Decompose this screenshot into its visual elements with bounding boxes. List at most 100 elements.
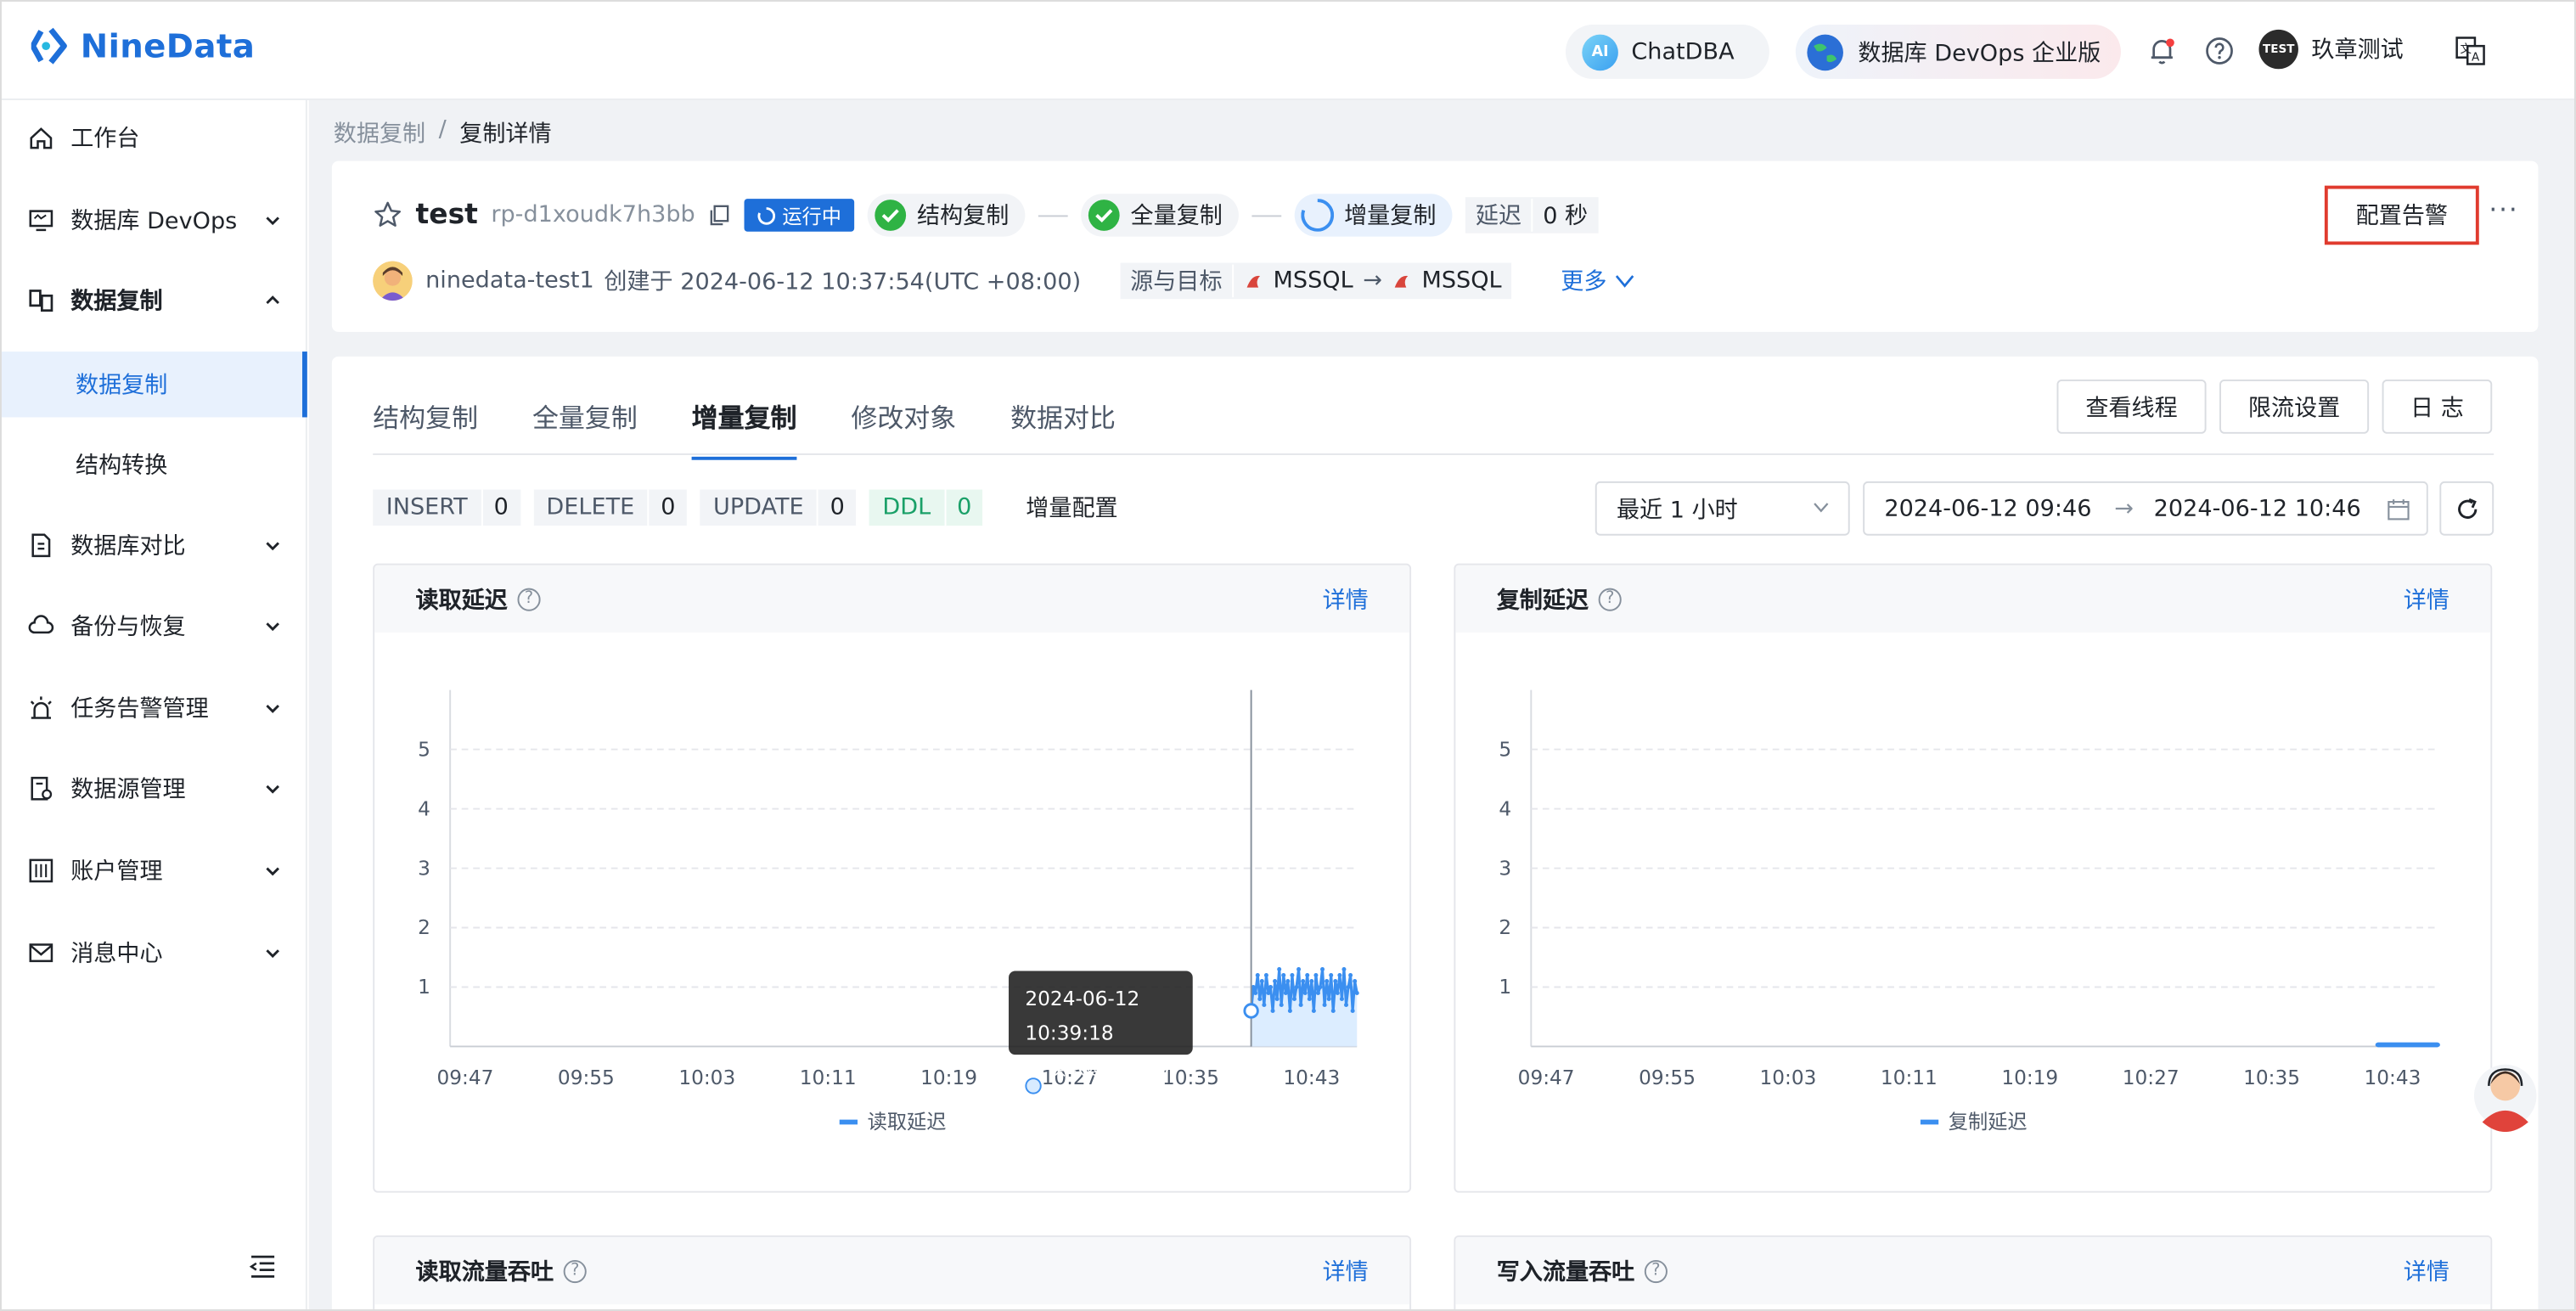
compare-icon [31,533,51,558]
app-name: NineData [80,25,256,66]
step-label: 增量复制 [1344,203,1437,230]
read-throughput-panel: 读取流量吞吐 ? 详情 [373,1235,1412,1310]
question-icon[interactable]: ? [1644,1259,1668,1283]
y-tick-label: 2 [418,916,430,939]
copy-icon[interactable] [708,204,731,227]
sidebar-item-replication[interactable]: 数据复制 [2,267,307,333]
question-icon[interactable]: ? [563,1259,587,1283]
bell-icon[interactable] [2146,35,2179,68]
panel-header: 读取流量吞吐 ? 详情 [374,1236,1410,1305]
date-range-picker[interactable]: 2024-06-12 09:46 → 2024-06-12 10:46 [1863,481,2428,536]
detail-link[interactable]: 详情 [1323,1254,1369,1287]
tooltip-value: 读取延迟: 0.6 秒 [1046,1056,1170,1114]
panel-header: 写入流量吞吐 ? 详情 [1455,1236,2491,1305]
step-full: 全量复制 [1081,194,1240,237]
step-label: 全量复制 [1130,203,1223,230]
sidebar: 工作台 数据库 DevOps 数据复制 数据复制 结构转换 数据库对比 备份与恢… [1,100,307,1310]
sidebar-item-workbench[interactable]: 工作台 [2,105,307,171]
detail-link[interactable]: 详情 [2404,582,2449,616]
star-icon[interactable] [373,200,402,230]
view-threads-button[interactable]: 查看线程 [2056,379,2207,434]
data-point [1326,996,1331,1002]
sidebar-item-messages[interactable]: 消息中心 [2,920,307,985]
chatdba-button[interactable]: AI ChatDBA [1565,25,1769,79]
tab-schema[interactable]: 结构复制 [373,395,478,434]
data-point [1348,972,1353,978]
sidebar-item-devops[interactable]: 数据库 DevOps [2,188,307,253]
data-point [1339,996,1344,1002]
support-agent-icon[interactable] [2472,1056,2538,1133]
mssql-icon [1395,275,1409,288]
home-icon [30,127,53,149]
time-range-select[interactable]: 最近 1 小时 [1595,481,1850,536]
counter-value: 0 [647,489,688,526]
log-button[interactable]: 日 志 [2382,379,2493,434]
data-point [1287,1008,1292,1013]
sidebar-item-alerts[interactable]: 任务告警管理 [2,675,307,740]
breadcrumb-parent[interactable]: 数据复制 [334,116,425,149]
more-actions-icon[interactable]: ··· [2489,194,2518,225]
collapse-sidebar-icon[interactable] [248,1253,278,1280]
data-point [1283,990,1288,996]
x-tick-label: 10:27 [2123,1066,2179,1089]
panel-title: 写入流量吞吐 [1496,1259,1635,1286]
sidebar-item-label: 备份与恢复 [70,614,186,641]
tab-data-compare[interactable]: 数据对比 [1010,395,1116,434]
sidebar-item-label: 数据源管理 [70,777,186,804]
tab-bar: 结构复制 全量复制 增量复制 修改对象 数据对比 [373,376,1116,459]
detail-link[interactable]: 详情 [1323,582,1369,616]
y-tick-label: 5 [1499,738,1511,761]
y-tick-label: 4 [418,797,430,820]
data-point [1291,996,1296,1002]
question-icon[interactable]: ? [517,587,541,610]
chevron-down-icon [1814,503,1829,513]
data-point [1315,990,1320,996]
sidebar-item-backup[interactable]: 备份与恢复 [2,593,307,658]
check-circle-icon [1088,200,1120,231]
x-tick-label: 10:03 [678,1066,735,1089]
y-tick-label: 1 [418,976,430,999]
user-name: 玖章测试 [2311,37,2404,65]
data-point [1320,966,1325,972]
step-incremental: 增量复制 [1295,194,1453,237]
throttle-settings-button[interactable]: 限流设置 [2219,379,2370,434]
range-end[interactable]: 2024-06-12 10:46 [2154,495,2361,521]
data-point [1354,990,1359,996]
data-point [2435,1043,2440,1048]
replication-icon [29,290,53,312]
task-title-row: test rp-d1xoudk7h3bb 运行中 结构复制 全量复制 增量复制 … [373,194,1598,237]
arrow: → [1363,267,1383,295]
language-icon[interactable]: 文 A [2455,35,2488,68]
incremental-config-link[interactable]: 增量配置 [1026,492,1117,525]
sidebar-item-accounts[interactable]: 账户管理 [2,838,307,903]
task-id: rp-d1xoudk7h3bb [491,201,695,228]
data-point [1346,984,1351,990]
more-link[interactable]: 更多 [1561,265,1634,298]
question-icon[interactable]: ? [1598,587,1622,610]
refresh-button[interactable] [2439,481,2494,536]
tab-incremental[interactable]: 增量复制 [691,395,797,459]
tab-full[interactable]: 全量复制 [532,395,638,434]
range-arrow: → [2114,495,2134,522]
tab-modify-objects[interactable]: 修改对象 [851,395,956,434]
read-delay-chart: 1234509:47 09:55 10:03 10:11 10:19 10:27 10:35… [418,689,1359,1134]
status-badge: 运行中 [744,199,855,232]
range-start[interactable]: 2024-06-12 09:46 [1884,495,2091,521]
configure-alert-button[interactable]: 配置告警 [2324,185,2479,245]
sidebar-subitem-replication[interactable]: 数据复制 [1,352,307,418]
sidebar-subitem-schema-convert[interactable]: 结构转换 [2,432,307,498]
data-point [1285,978,1291,984]
detail-link[interactable]: 详情 [2404,1254,2449,1287]
step-label: 结构复制 [917,203,1010,230]
delay-value: 0 秒 [1543,203,1589,230]
help-icon[interactable] [2203,35,2236,68]
update-counter: UPDATE 0 [700,489,857,526]
devops-edition-button[interactable]: 数据库 DevOps 企业版 [1795,25,2121,79]
data-point [1270,1008,1275,1013]
logo[interactable]: NineData [31,25,255,67]
counter-name: UPDATE [700,489,818,526]
devops-edition-label: 数据库 DevOps 企业版 [1858,40,2101,67]
sidebar-item-db-compare[interactable]: 数据库对比 [2,513,307,578]
user-menu[interactable]: TEST 玖章测试 [2258,29,2404,70]
sidebar-item-datasource[interactable]: 数据源管理 [2,756,307,821]
